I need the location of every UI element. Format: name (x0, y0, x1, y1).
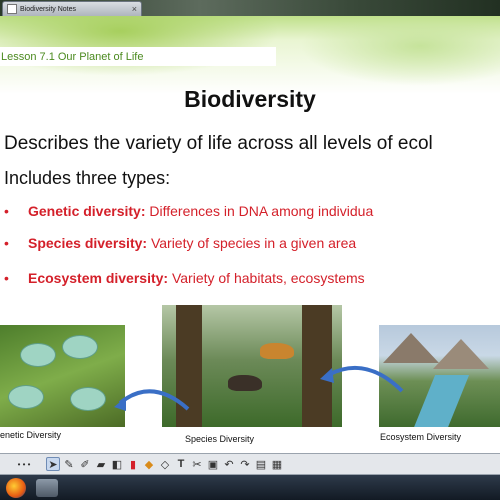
close-icon[interactable]: × (132, 4, 137, 14)
mountain-shape (433, 339, 489, 369)
shape-icon[interactable]: ◇ (158, 457, 172, 471)
bullet-icon: • (4, 270, 9, 286)
frog-shape (70, 387, 106, 411)
caption-genetic: enetic Diversity (0, 430, 62, 440)
bullet-genetic: • Genetic diversity: Differences in DNA a… (4, 203, 373, 219)
lesson-banner: Lesson 7.1 Our Planet of Life (0, 47, 276, 66)
fill-icon[interactable]: ◆ (142, 457, 156, 471)
screen-shade-icon[interactable]: ▣ (206, 457, 220, 471)
arrow-icon (114, 389, 190, 411)
bullet-species: • Species diversity: Variety of species i… (4, 235, 356, 251)
caption-species: Species Diversity (185, 434, 255, 444)
bullet-text: Variety of habitats, ecosystems (168, 270, 365, 286)
marker-icon[interactable]: ▮ (126, 457, 140, 471)
bullet-icon: • (4, 235, 9, 251)
frog-shape (62, 335, 98, 359)
redo-icon[interactable]: ↷ (238, 457, 252, 471)
animal-shape (228, 375, 262, 391)
bullet-term: Species diversity: (28, 235, 148, 251)
app-window-icon[interactable] (36, 478, 58, 497)
deer-shape (260, 343, 294, 359)
river-shape (410, 375, 470, 427)
frog-shape (20, 343, 56, 367)
arrow-icon (320, 365, 404, 393)
text-icon[interactable]: T (174, 457, 188, 471)
window-tab[interactable]: Biodiversity Notes × (2, 1, 142, 16)
pen-icon[interactable]: ✎ (62, 457, 76, 471)
undo-icon[interactable]: ↶ (222, 457, 236, 471)
eraser-icon[interactable]: ◧ (110, 457, 124, 471)
bullet-term: Ecosystem diversity: (28, 270, 169, 286)
caption-ecosystem: Ecosystem Diversity (380, 432, 462, 442)
page-icon[interactable]: ▤ (254, 457, 268, 471)
lesson-title: Lesson 7.1 Our Planet of Life (1, 50, 144, 63)
bullet-text: Variety of species in a given area (147, 235, 357, 251)
slide: Lesson 7.1 Our Planet of Life Biodiversi… (0, 16, 500, 453)
decor-blob (300, 16, 500, 86)
taskbar (0, 475, 500, 500)
frog-shape (8, 385, 44, 409)
pointer-icon[interactable]: ➤ (46, 457, 60, 471)
tab-checkbox-icon[interactable] (7, 4, 17, 14)
tab-title: Biodiversity Notes (20, 5, 77, 13)
brush-icon[interactable]: ✐ (78, 457, 92, 471)
definition-text: Describes the variety of life across all… (4, 133, 433, 154)
decor-blob (0, 16, 280, 76)
bullet-term: Genetic diversity: (28, 203, 146, 219)
annotation-toolbar: • • • ➤ ✎ ✐ ▰ ◧ ▮ ◆ ◇ T ✂ ▣ ↶ ↷ ▤ ▦ (0, 453, 500, 475)
more-icon[interactable]: ▦ (270, 457, 284, 471)
genetic-diversity-image (0, 325, 125, 427)
slide-heading: Biodiversity (184, 86, 316, 112)
types-intro-text: Includes three types: (4, 168, 171, 188)
magic-pen-icon[interactable]: ✂ (190, 457, 204, 471)
bullet-text: Differences in DNA among individua (145, 203, 374, 219)
bullet-icon: • (4, 203, 9, 219)
bullet-ecosystem: • Ecosystem diversity: Variety of habitat… (4, 270, 365, 286)
dots-icon[interactable]: • • • (4, 457, 44, 471)
highlighter-icon[interactable]: ▰ (94, 457, 108, 471)
firefox-icon[interactable] (6, 477, 26, 498)
